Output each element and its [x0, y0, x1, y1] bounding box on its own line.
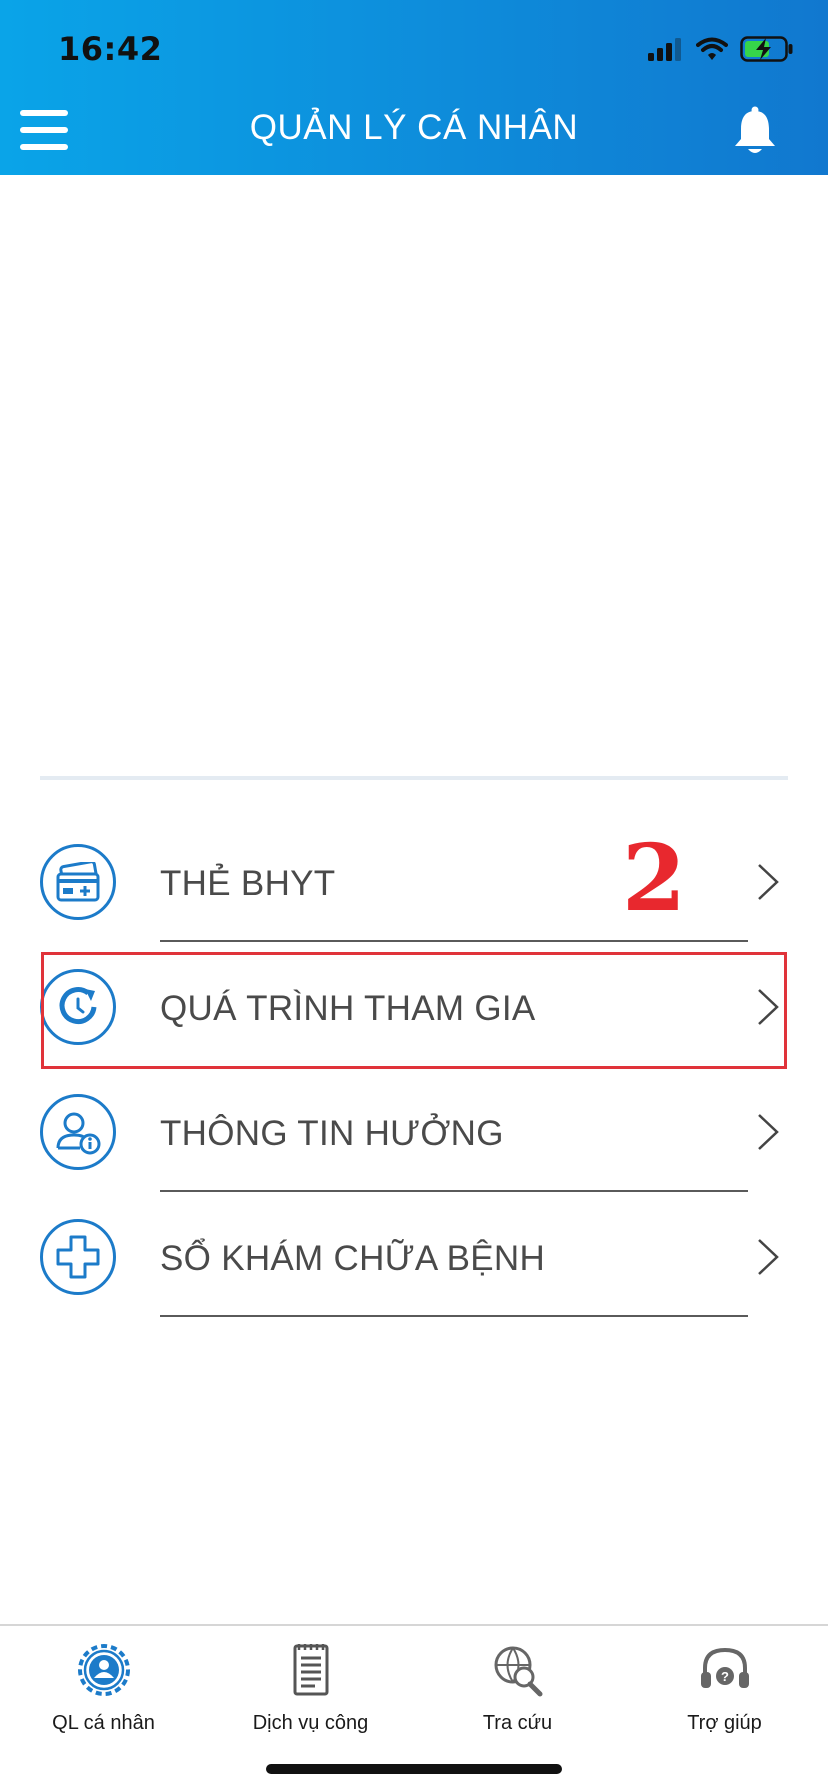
tab-ql-ca-nhan[interactable]: QL cá nhân [0, 1640, 207, 1735]
headset-help-icon: ? [700, 1647, 749, 1688]
menu-item-so-kham-chua-benh[interactable]: SỔ KHÁM CHỮA BỆNH [40, 1201, 788, 1317]
menu-item-label: THÔNG TIN HƯỞNG [160, 1114, 504, 1153]
tab-label: QL cá nhân [52, 1712, 155, 1734]
menu-item-label: SỔ KHÁM CHỮA BỆNH [160, 1239, 546, 1278]
status-time: 16:42 [58, 30, 163, 68]
menu-item-label: QUÁ TRÌNH THAM GIA [160, 989, 536, 1028]
menu-item-label: THẺ BHYT [160, 864, 336, 903]
tab-tra-cuu[interactable]: Tra cứu [414, 1640, 621, 1735]
menu-item-thong-tin-huong[interactable]: THÔNG TIN HƯỞNG [40, 1076, 788, 1192]
menu-item-qua-trinh-tham-gia[interactable]: QUÁ TRÌNH THAM GIA [40, 951, 788, 1061]
home-indicator [266, 1764, 562, 1774]
globe-search-icon [494, 1646, 542, 1697]
item-divider [160, 1190, 748, 1192]
item-divider [160, 940, 748, 942]
annotation-step-number: 2 [622, 824, 687, 932]
app-header: 16:42 QUẢN LÝ CÁ NHÂN [0, 0, 828, 175]
chevron-right-icon [758, 1239, 779, 1275]
document-list-icon [293, 1644, 328, 1696]
cellular-signal-icon [648, 38, 681, 61]
bell-icon[interactable] [732, 106, 778, 156]
user-info-icon [40, 1094, 116, 1170]
screen: 16:42 QUẢN LÝ CÁ NHÂN THẺ BHYT QUÁ TRÌNH… [0, 0, 828, 1792]
battery-charging-icon [740, 36, 793, 62]
wifi-icon [696, 37, 728, 60]
tab-label: Tra cứu [482, 1712, 553, 1734]
tab-tro-giup[interactable]: ? Trợ giúp [621, 1640, 828, 1735]
tab-label: Dịch vụ công [252, 1712, 369, 1734]
chevron-right-icon [758, 864, 779, 900]
health-card-icon [40, 844, 116, 920]
medical-cross-icon [40, 1219, 116, 1295]
chevron-right-icon [758, 989, 779, 1025]
tab-dich-vu-cong[interactable]: Dịch vụ công [207, 1640, 414, 1735]
tab-label: Trợ giúp [687, 1712, 762, 1734]
history-clock-icon [40, 969, 116, 1045]
personal-gear-icon [77, 1644, 130, 1696]
svg-text:?: ? [721, 1669, 729, 1684]
status-icons [648, 34, 794, 64]
section-divider [40, 776, 788, 780]
chevron-right-icon [758, 1114, 779, 1150]
item-divider [160, 1315, 748, 1317]
page-title: QUẢN LÝ CÁ NHÂN [249, 108, 579, 147]
